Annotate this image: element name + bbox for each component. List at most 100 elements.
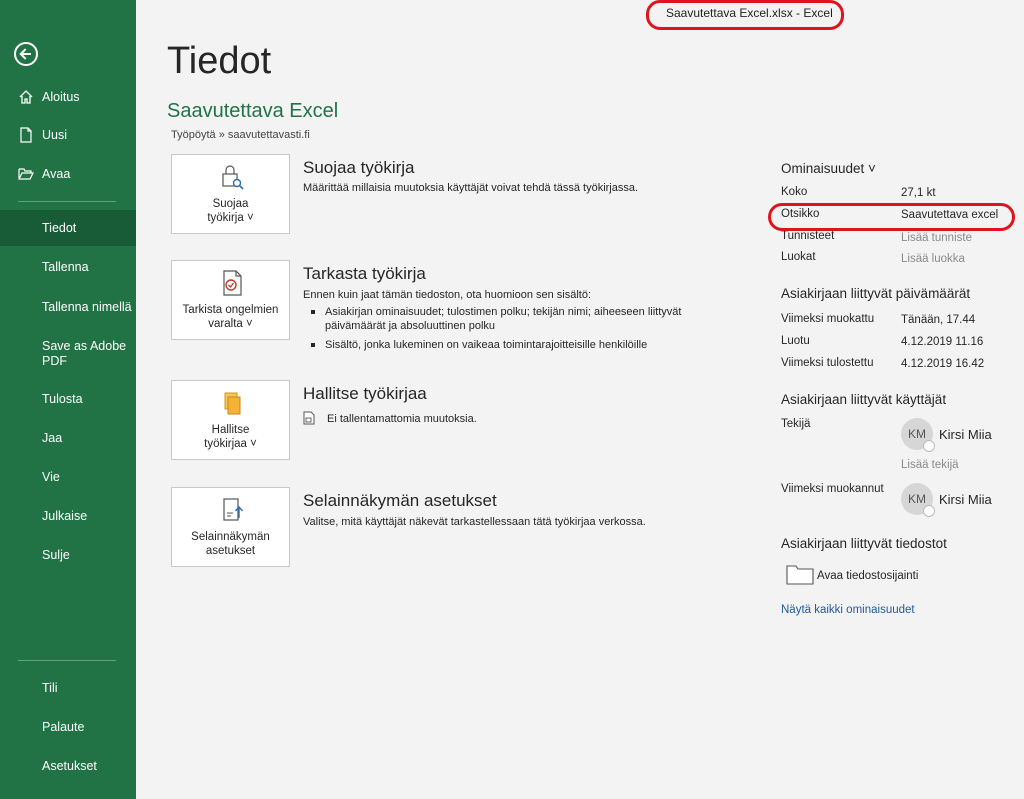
avatar-initials: KM — [908, 492, 926, 506]
protect-workbook-button[interactable]: Suojaa työkirja ˅ — [171, 154, 290, 234]
document-path: Työpöytä » saavutettavasti.fi — [171, 129, 310, 141]
card-label: Tarkista ongelmien — [182, 304, 279, 316]
section-title: Tarkasta työkirja — [303, 264, 426, 283]
back-arrow-icon[interactable] — [14, 42, 38, 66]
show-all-properties-link[interactable]: Näytä kaikki ominaisuudet — [781, 604, 915, 616]
section-description: Määrittää millaisia muutoksia käyttäjät … — [303, 182, 639, 194]
nav-label: Avaa — [42, 167, 71, 181]
nav-label: Uusi — [42, 128, 68, 142]
nav-item-uusi[interactable]: Uusi — [0, 117, 136, 153]
manage-workbook-button[interactable]: Hallitse työkirjaa ˅ — [171, 380, 290, 460]
prop-key: Koko — [781, 186, 808, 198]
document-name: Saavutettava Excel — [167, 100, 339, 122]
prop-key: Luokat — [781, 251, 816, 263]
inspect-document-icon — [223, 270, 242, 296]
card-label: työkirja ˅ — [207, 212, 254, 224]
inspect-bullet-list: Asiakirjan ominaisuudet; tulostimen polk… — [303, 305, 723, 357]
card-label: työkirjaa ˅ — [204, 438, 257, 450]
properties-heading[interactable]: Ominaisuudet ˅ — [781, 161, 876, 176]
browser-view-options-button[interactable]: Selainnäkymän asetukset — [171, 487, 290, 567]
nav-label: Tili — [42, 681, 58, 695]
list-item: Asiakirjan ominaisuudet; tulostimen polk… — [303, 305, 723, 333]
card-label: asetukset — [205, 545, 256, 557]
manage-files-icon — [224, 392, 241, 415]
browser-view-icon — [223, 498, 244, 521]
nav-label: Vie — [42, 470, 60, 484]
open-file-location-link[interactable]: Avaa tiedostosijainti — [817, 570, 918, 582]
avatar-initials: KM — [908, 427, 926, 441]
nav-item-avaa[interactable]: Avaa — [0, 156, 136, 192]
nav-divider — [18, 660, 116, 661]
nav-item-aloitus[interactable]: Aloitus — [0, 79, 136, 115]
section-description: Valitse, mitä käyttäjät näkevät tarkaste… — [303, 516, 646, 528]
lock-key-icon — [222, 165, 244, 190]
prop-date-value: 4.12.2019 11.16 — [901, 336, 984, 348]
modified-by-avatar[interactable]: KM — [901, 483, 935, 517]
nav-item-julkaise[interactable]: Julkaise — [0, 498, 136, 534]
list-item: Sisältö, jonka lukeminen on vaikeaa toim… — [303, 338, 723, 352]
add-tag-field[interactable]: Lisää tunniste — [901, 232, 972, 244]
prop-date-value: 4.12.2019 16.42 — [901, 358, 985, 370]
nav-item-tili[interactable]: Tili — [0, 670, 136, 706]
modified-by-name[interactable]: Kirsi Miia — [939, 492, 992, 507]
nav-label: Tulosta — [42, 392, 83, 406]
backstage-main: Saavutettava Excel.xlsx - Excel Tiedot S… — [136, 0, 1024, 799]
nav-label: Tiedot — [42, 221, 77, 235]
prop-key: Viimeksi muokattu — [781, 313, 875, 325]
nav-item-asetukset[interactable]: Asetukset — [0, 748, 136, 784]
new-document-icon — [20, 127, 32, 143]
nav-item-tallenna[interactable]: Tallenna — [0, 249, 136, 285]
section-title: Selainnäkymän asetukset — [303, 491, 497, 510]
page-title: Tiedot — [167, 40, 272, 82]
nav-item-save-as-pdf[interactable]: Save as Adobe PDF — [0, 336, 136, 376]
nav-label: Sulje — [42, 548, 70, 562]
nav-label: Aloitus — [42, 90, 80, 104]
dates-heading: Asiakirjaan liittyvät päivämäärät — [781, 286, 971, 301]
prop-key: Luotu — [781, 335, 810, 347]
nav-item-jaa[interactable]: Jaa — [0, 420, 136, 456]
folder-icon — [786, 565, 814, 585]
highlight-ellipse-title-property — [768, 203, 1015, 231]
nav-label: Asetukset — [42, 759, 97, 773]
nav-item-tulosta[interactable]: Tulosta — [0, 381, 136, 417]
add-category-field[interactable]: Lisää luokka — [901, 253, 965, 265]
card-label: Selainnäkymän — [191, 531, 270, 543]
section-title: Suojaa työkirja — [303, 158, 415, 177]
nav-item-tallenna-nimella[interactable]: Tallenna nimellä — [0, 289, 136, 325]
document-small-icon — [303, 411, 315, 425]
prop-key: Viimeksi muokannut — [781, 483, 884, 495]
nav-item-palaute[interactable]: Palaute — [0, 709, 136, 745]
nav-label: Tallenna — [42, 260, 89, 274]
nav-label: Save as Adobe PDF — [42, 339, 127, 368]
card-label: varalta ˅ — [208, 318, 253, 330]
prop-key: Tekijä — [781, 418, 811, 430]
card-label: Suojaa — [212, 198, 249, 210]
users-heading: Asiakirjaan liittyvät käyttäjät — [781, 392, 947, 407]
nav-label: Jaa — [42, 431, 63, 445]
prop-key: Tunnisteet — [781, 230, 835, 242]
nav-item-vie[interactable]: Vie — [0, 459, 136, 495]
prop-key: Viimeksi tulostettu — [781, 357, 874, 369]
nav-item-tiedot[interactable]: Tiedot — [0, 210, 136, 246]
add-author-field[interactable]: Lisää tekijä — [901, 459, 959, 471]
section-description: Ei tallentamattomia muutoksia. — [327, 413, 477, 425]
section-title: Hallitse työkirjaa — [303, 384, 427, 403]
nav-label: Julkaise — [42, 509, 88, 523]
nav-label: Palaute — [42, 720, 85, 734]
author-avatar[interactable]: KM — [901, 418, 935, 452]
nav-label: Tallenna nimellä — [42, 300, 132, 314]
check-for-issues-button[interactable]: Tarkista ongelmien varalta ˅ — [171, 260, 290, 340]
files-heading: Asiakirjaan liittyvät tiedostot — [781, 536, 947, 551]
author-name[interactable]: Kirsi Miia — [939, 427, 992, 442]
section-description: Ennen kuin jaat tämän tiedoston, ota huo… — [303, 289, 592, 301]
backstage-sidebar: Aloitus Uusi Avaa Tiedot Tallenna Tallen… — [0, 0, 136, 799]
prop-date-value: Tänään, 17.44 — [901, 314, 976, 326]
presence-icon — [923, 505, 935, 517]
nav-item-sulje[interactable]: Sulje — [0, 537, 136, 573]
folder-open-icon — [18, 168, 34, 180]
prop-size-value: 27,1 kt — [901, 187, 936, 199]
nav-divider — [18, 201, 116, 202]
presence-icon — [923, 440, 935, 452]
highlight-ellipse-title — [646, 0, 844, 30]
home-icon — [19, 90, 33, 104]
